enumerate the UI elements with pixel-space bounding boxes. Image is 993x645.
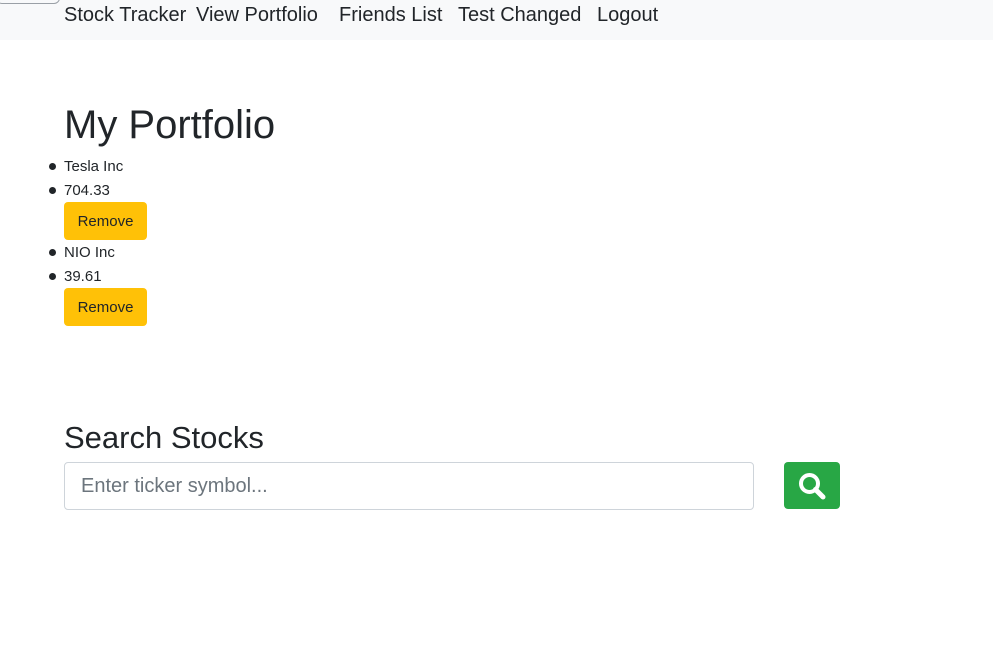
remove-button[interactable]: Remove xyxy=(64,202,147,240)
navbar: Stock Tracker View Portfolio Friends Lis… xyxy=(0,0,993,40)
nav-link-logout[interactable]: Logout xyxy=(597,3,658,27)
search-icon xyxy=(799,472,826,499)
nav-link-view-portfolio[interactable]: View Portfolio xyxy=(196,3,318,27)
stock-name: Tesla Inc xyxy=(48,158,124,175)
nav-link-friends-list[interactable]: Friends List xyxy=(339,3,442,27)
navbar-toggler-button[interactable] xyxy=(0,0,60,4)
page-title: My Portfolio xyxy=(64,103,276,147)
stock-price: 704.33 xyxy=(49,182,110,199)
nav-link-test-changed[interactable]: Test Changed xyxy=(458,3,581,27)
search-section-title: Search Stocks xyxy=(64,420,264,455)
remove-button[interactable]: Remove xyxy=(64,288,147,326)
search-button[interactable] xyxy=(784,462,840,509)
stock-name: NIO Inc xyxy=(49,244,115,261)
navbar-brand[interactable]: Stock Tracker xyxy=(64,3,186,27)
ticker-search-input[interactable] xyxy=(64,462,754,510)
stock-price: 39.61 xyxy=(49,268,102,285)
